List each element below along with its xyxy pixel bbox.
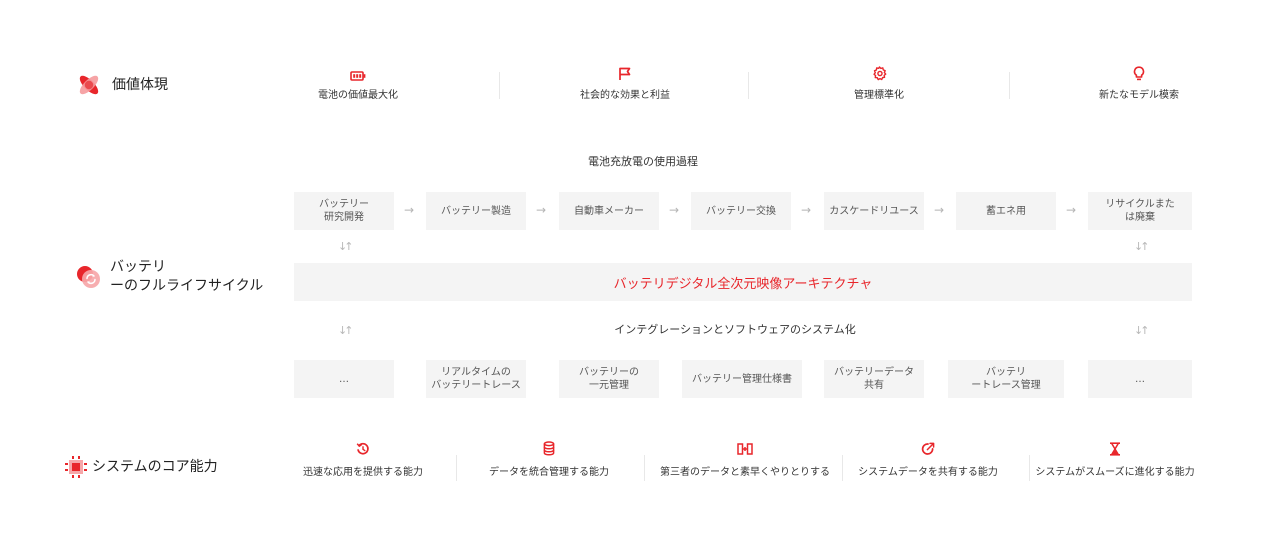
value-section-title: 価値体現: [112, 77, 168, 93]
gear-icon: [872, 65, 887, 85]
value-item-label: 社会的な効果と利益: [580, 90, 670, 101]
capability-label: 迅速な応用を提供する能力: [303, 467, 423, 478]
chip-icon: [64, 455, 88, 479]
battery-icon: [350, 66, 366, 85]
swap-vertical-icon: ↓↑: [338, 240, 354, 253]
lifecycle-title-line1: バッテリ: [110, 259, 166, 275]
value-item-label: 電池の価値最大化: [318, 90, 398, 101]
exchange-icon: [737, 441, 753, 460]
value-divider: [1009, 72, 1010, 99]
capability-item: 第三者のデータと素早くやりとりする: [650, 441, 840, 478]
arrow-right-icon: →: [669, 203, 680, 217]
value-divider: [499, 72, 500, 99]
hourglass-icon: [1109, 441, 1121, 460]
lifecycle-logo-icon: [76, 263, 102, 289]
value-divider: [748, 72, 749, 99]
value-section-heading: 価値体現: [76, 72, 168, 98]
integration-item: バッテリ ートレース管理: [948, 360, 1064, 398]
integration-item: …: [1088, 360, 1192, 398]
capability-label: データを統合管理する能力: [489, 467, 609, 478]
lightbulb-icon: [1133, 65, 1145, 85]
value-item-new-model: 新たなモデル模索: [1039, 65, 1239, 101]
value-item-label: 新たなモデル模索: [1099, 90, 1179, 101]
arrow-right-icon: →: [404, 203, 415, 217]
value-item-label: 管理標準化: [854, 90, 904, 101]
share-icon: [921, 441, 935, 460]
capability-item: システムがスムーズに進化する能力: [1020, 441, 1210, 478]
flow-step: カスケードリユース: [824, 192, 924, 230]
integration-item: バッテリーの 一元管理: [559, 360, 659, 398]
capabilities-heading: システムのコア能力: [64, 455, 218, 479]
flow-title: 電池充放電の使用過程: [588, 155, 698, 168]
capability-item: 迅速な応用を提供する能力: [268, 441, 458, 478]
flow-step: リサイクルまた は廃棄: [1088, 192, 1192, 230]
swap-vertical-icon: ↓↑: [1134, 324, 1150, 337]
swap-vertical-icon: ↓↑: [338, 324, 354, 337]
integration-item: バッテリー管理仕様書: [682, 360, 802, 398]
integration-item: …: [294, 360, 394, 398]
swap-vertical-icon: ↓↑: [1134, 240, 1150, 253]
arrow-right-icon: →: [1066, 203, 1077, 217]
arrow-right-icon: →: [934, 203, 945, 217]
arrow-right-icon: →: [801, 203, 812, 217]
flow-step: 蓄エネ用: [956, 192, 1056, 230]
capabilities-title: システムのコア能力: [92, 459, 218, 475]
flag-icon: [618, 66, 632, 85]
capability-label: システムデータを共有する能力: [858, 467, 998, 478]
flow-step: バッテリー 研究開発: [294, 192, 394, 230]
capability-divider: [644, 455, 645, 481]
integration-item: リアルタイムの バッテリートレース: [426, 360, 526, 398]
capability-item: データを統合管理する能力: [454, 440, 644, 478]
flow-step: 自動車メーカー: [559, 192, 659, 230]
flow-step: バッテリー製造: [426, 192, 526, 230]
lifecycle-title-line2: ーのフルライフサイクル: [110, 278, 264, 294]
arrow-right-icon: →: [536, 203, 547, 217]
integration-item: バッテリーデータ 共有: [824, 360, 924, 398]
database-icon: [543, 440, 555, 460]
flow-step: バッテリー交換: [691, 192, 791, 230]
capability-item: システムデータを共有する能力: [833, 441, 1023, 478]
capability-label: 第三者のデータと素早くやりとりする: [660, 467, 830, 478]
integration-title: インテグレーションとソフトウェアのシステム化: [614, 323, 856, 336]
value-logo-icon: [76, 72, 102, 98]
value-item-social: 社会的な効果と利益: [525, 66, 725, 101]
value-item-battery: 電池の価値最大化: [258, 66, 458, 101]
refresh-icon: [356, 441, 370, 460]
architecture-bar: バッテリデジタル全次元映像アーキテクチャ: [294, 263, 1192, 301]
value-item-standardization: 管理標準化: [779, 65, 979, 101]
capability-label: システムがスムーズに進化する能力: [1035, 467, 1195, 478]
